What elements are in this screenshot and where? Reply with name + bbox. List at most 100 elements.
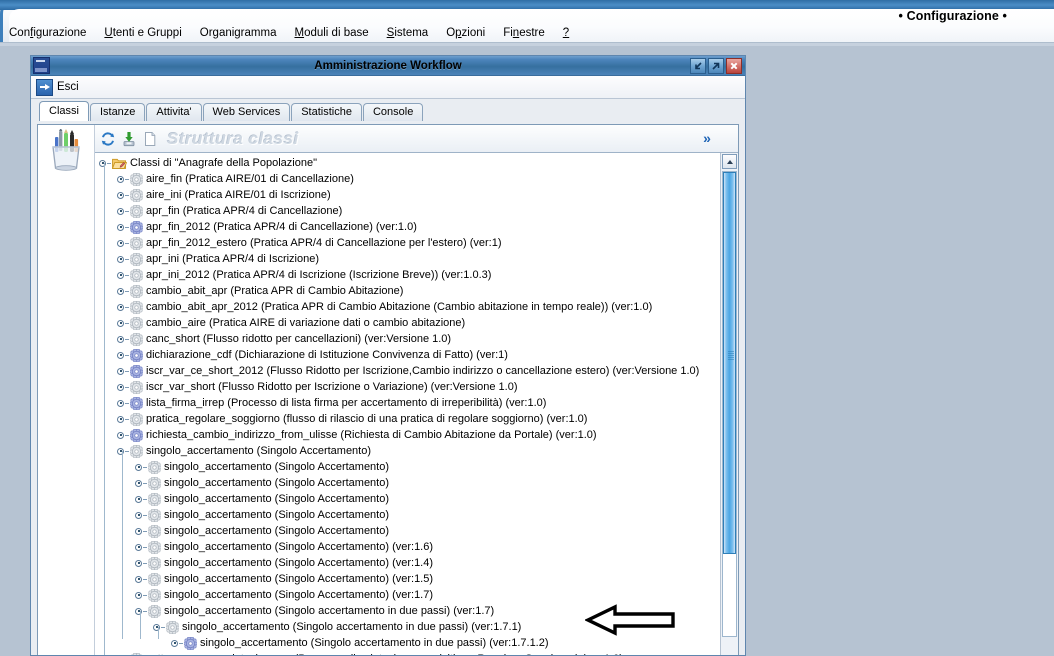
tree-node[interactable]: apr_fin_2012_estero (Pratica APR/4 di Ca… xyxy=(95,235,721,251)
tree-node[interactable]: cambio_aire (Pratica AIRE di variazione … xyxy=(95,315,721,331)
tree-node[interactable]: dichiarazione_cdf (Dichiarazione di Isti… xyxy=(95,347,721,363)
expand-handle-icon[interactable] xyxy=(117,654,128,656)
scroll-track[interactable] xyxy=(722,171,737,637)
tab-attivita[interactable]: Attivita' xyxy=(146,103,202,121)
maximize-icon xyxy=(712,62,720,70)
tab-console[interactable]: Console xyxy=(362,103,424,121)
menu-item-[interactable]: ? xyxy=(554,26,578,40)
expand-handle-icon[interactable] xyxy=(135,542,147,553)
menu-item-opzioni[interactable]: Opzioni xyxy=(437,26,494,40)
tab-classi[interactable]: Classi xyxy=(39,101,89,121)
tree-node[interactable]: apr_fin (Pratica APR/4 di Cancellazione) xyxy=(95,203,721,219)
tab-istanze[interactable]: Istanze xyxy=(89,103,146,121)
tree-node[interactable]: richiesta_cambio_indirizzo_from_ulisse (… xyxy=(95,427,721,443)
expand-handle-icon[interactable] xyxy=(117,302,129,313)
menu-item-organigramma[interactable]: Organigramma xyxy=(191,26,286,40)
tree-node[interactable]: cambio_abit_apr_2012 (Pratica APR di Cam… xyxy=(95,299,721,315)
expand-handle-icon[interactable] xyxy=(117,286,129,297)
tree-node[interactable]: aire_ini (Pratica AIRE/01 di Iscrizione) xyxy=(95,187,721,203)
tab-statistiche[interactable]: Statistiche xyxy=(291,103,362,121)
tree-node[interactable]: aire_fin (Pratica AIRE/01 di Cancellazio… xyxy=(95,171,721,187)
gear-icon xyxy=(129,316,144,330)
expand-handle-icon[interactable] xyxy=(117,382,129,393)
expand-handle-icon[interactable] xyxy=(117,366,129,377)
expand-handle-icon[interactable] xyxy=(117,270,129,281)
expand-handle-icon[interactable] xyxy=(135,494,147,505)
expand-handle-icon[interactable] xyxy=(117,190,129,201)
expand-handle-icon[interactable] xyxy=(135,462,147,473)
tree-node[interactable]: pratica_regolare_soggiorno (flusso di ri… xyxy=(95,411,721,427)
tree-node[interactable]: singolo_accertamento (Singolo Accertamen… xyxy=(95,587,721,603)
menu-item-moduli-di-base[interactable]: Moduli di base xyxy=(285,26,377,40)
expand-handle-icon[interactable] xyxy=(117,334,129,345)
expand-handle-icon[interactable] xyxy=(135,478,147,489)
folder-open-icon xyxy=(111,157,128,170)
expand-handle-icon[interactable] xyxy=(117,398,129,409)
window-title-bar[interactable]: Amministrazione Workflow xyxy=(31,56,745,76)
tree-node[interactable]: singolo_accertamento (Singolo Accertamen… xyxy=(95,571,721,587)
new-document-icon[interactable] xyxy=(142,131,158,147)
menu-item-finestre[interactable]: Finestre xyxy=(494,26,554,40)
expand-handle-icon[interactable] xyxy=(135,510,147,521)
refresh-icon[interactable] xyxy=(100,131,116,147)
maximize-button[interactable] xyxy=(708,58,724,74)
expand-handle-icon[interactable] xyxy=(171,638,183,649)
tree-node[interactable]: singolo_accertamento (Singolo accertamen… xyxy=(95,619,721,635)
tree-node[interactable]: singolo_accertamento (Singolo accertamen… xyxy=(95,603,721,619)
tree-node[interactable]: cambio_abit_apr (Pratica APR di Cambio A… xyxy=(95,283,721,299)
tree-node[interactable]: singolo_accertamento (Singolo Accertamen… xyxy=(95,523,721,539)
expand-handle-icon[interactable] xyxy=(117,222,129,233)
menu-item-utenti-e-gruppi[interactable]: Utenti e Gruppi xyxy=(95,26,190,40)
tree-connector-line xyxy=(140,611,141,639)
expand-handle-icon[interactable] xyxy=(135,526,147,537)
expand-handle-icon[interactable] xyxy=(117,414,129,425)
tree-vertical-scrollbar[interactable] xyxy=(720,153,738,655)
expand-handle-icon[interactable] xyxy=(117,238,129,249)
expand-handle-icon[interactable] xyxy=(135,590,147,601)
tree-node[interactable]: iscr_var_short (Flusso Ridotto per Iscri… xyxy=(95,379,721,395)
tab-web-services[interactable]: Web Services xyxy=(202,103,291,121)
gear-icon xyxy=(129,412,144,426)
expand-handle-icon[interactable] xyxy=(117,430,129,441)
expand-handle-icon[interactable] xyxy=(135,574,147,585)
tree-node-label: canc_short (Flusso ridotto per cancellaz… xyxy=(146,333,452,345)
tree-node[interactable]: sottoprocesso_valutazione_rs (Processo d… xyxy=(95,651,721,655)
gear-icon xyxy=(129,348,144,362)
tree-node[interactable]: singolo_accertamento (Singolo accertamen… xyxy=(95,635,721,651)
expand-handle-icon[interactable] xyxy=(117,206,129,217)
gear-icon xyxy=(165,620,180,634)
window-title: Amministrazione Workflow xyxy=(314,59,462,72)
expand-handle-icon[interactable] xyxy=(117,174,129,185)
tree-node[interactable]: apr_fin_2012 (Pratica APR/4 di Cancellaz… xyxy=(95,219,721,235)
tree-node[interactable]: singolo_accertamento (Singolo Accertamen… xyxy=(95,555,721,571)
tree-node[interactable]: singolo_accertamento (Singolo Accertamen… xyxy=(95,507,721,523)
close-button[interactable] xyxy=(726,58,742,74)
menu-item-sistema[interactable]: Sistema xyxy=(378,26,438,40)
tree-node[interactable]: singolo_accertamento (Singolo Accertamen… xyxy=(95,459,721,475)
expand-handle-icon[interactable] xyxy=(117,350,129,361)
tree-node[interactable]: singolo_accertamento (Singolo Accertamen… xyxy=(95,491,721,507)
tree-node[interactable]: apr_ini (Pratica APR/4 di Iscrizione) xyxy=(95,251,721,267)
tree-node[interactable]: singolo_accertamento (Singolo Accertamen… xyxy=(95,475,721,491)
tree-node[interactable]: singolo_accertamento (Singolo Accertamen… xyxy=(95,443,721,459)
tree-node-label: singolo_accertamento (Singolo Accertamen… xyxy=(164,509,390,521)
tree-node[interactable]: singolo_accertamento (Singolo Accertamen… xyxy=(95,539,721,555)
expand-handle-icon[interactable] xyxy=(117,318,129,329)
tree-node[interactable]: iscr_var_ce_short_2012 (Flusso Ridotto p… xyxy=(95,363,721,379)
tree-node[interactable]: lista_firma_irrep (Processo di lista fir… xyxy=(95,395,721,411)
scroll-thumb[interactable] xyxy=(723,172,736,554)
scroll-up-button[interactable] xyxy=(722,154,737,169)
menu-bar: Configurazione Utenti e Gruppi Organigramm… xyxy=(0,24,1054,42)
minimize-button[interactable] xyxy=(690,58,706,74)
expand-handle-icon[interactable] xyxy=(117,254,129,265)
exit-button[interactable]: Esci xyxy=(57,81,79,93)
expand-handle-icon[interactable] xyxy=(135,558,147,569)
expand-all-icon[interactable]: » xyxy=(698,130,716,146)
menu-item-configurazione[interactable]: Configurazione xyxy=(0,26,95,40)
import-icon[interactable] xyxy=(121,131,137,147)
minimize-icon xyxy=(695,62,702,70)
tree-root-node[interactable]: Classi di "Anagrafe della Popolazione" xyxy=(95,155,721,171)
tree-node[interactable]: canc_short (Flusso ridotto per cancellaz… xyxy=(95,331,721,347)
tree-node[interactable]: apr_ini_2012 (Pratica APR/4 di Iscrizion… xyxy=(95,267,721,283)
gear-icon xyxy=(129,428,144,442)
